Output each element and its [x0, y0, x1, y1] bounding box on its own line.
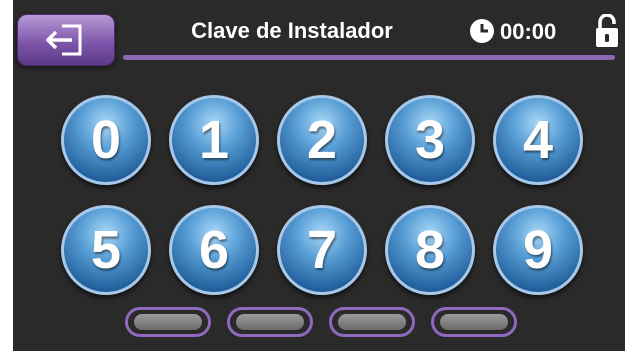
- pin-digit-slot-2: [227, 307, 313, 337]
- key-label: 1: [198, 110, 230, 170]
- unlocked-padlock-icon[interactable]: [595, 14, 619, 48]
- key-label: 8: [414, 220, 446, 280]
- key-3[interactable]: 3: [385, 95, 475, 185]
- key-2[interactable]: 2: [277, 95, 367, 185]
- key-5[interactable]: 5: [61, 205, 151, 295]
- key-8[interactable]: 8: [385, 205, 475, 295]
- back-button[interactable]: [17, 14, 115, 66]
- key-9[interactable]: 9: [493, 205, 583, 295]
- key-label: 4: [522, 110, 554, 170]
- timer-display: 00:00: [500, 19, 557, 44]
- key-label: 2: [306, 110, 338, 170]
- key-label: 5: [90, 220, 122, 280]
- title-underline: [123, 55, 615, 60]
- key-label: 9: [522, 220, 554, 280]
- pin-digit-slot-3: [329, 307, 415, 337]
- key-label: 7: [306, 220, 338, 280]
- key-label: 6: [198, 220, 230, 280]
- key-6[interactable]: 6: [169, 205, 259, 295]
- pin-slot-fill: [440, 314, 508, 330]
- key-label: 0: [90, 110, 122, 170]
- pin-digit-slot-1: [125, 307, 211, 337]
- key-1[interactable]: 1: [169, 95, 259, 185]
- pin-digit-slot-4: [431, 307, 517, 337]
- exit-arrow-icon: [46, 24, 82, 56]
- key-7[interactable]: 7: [277, 205, 367, 295]
- clock-icon: [470, 19, 494, 43]
- key-4[interactable]: 4: [493, 95, 583, 185]
- pin-slot-fill: [338, 314, 406, 330]
- key-label: 3: [414, 110, 446, 170]
- key-0[interactable]: 0: [61, 95, 151, 185]
- page-title: Clave de Instalador: [191, 18, 393, 43]
- pin-slot-fill: [236, 314, 304, 330]
- installer-code-screen: Clave de Instalador 00:00 0 1 2 3 4 5 6 …: [13, 0, 625, 351]
- pin-slot-fill: [134, 314, 202, 330]
